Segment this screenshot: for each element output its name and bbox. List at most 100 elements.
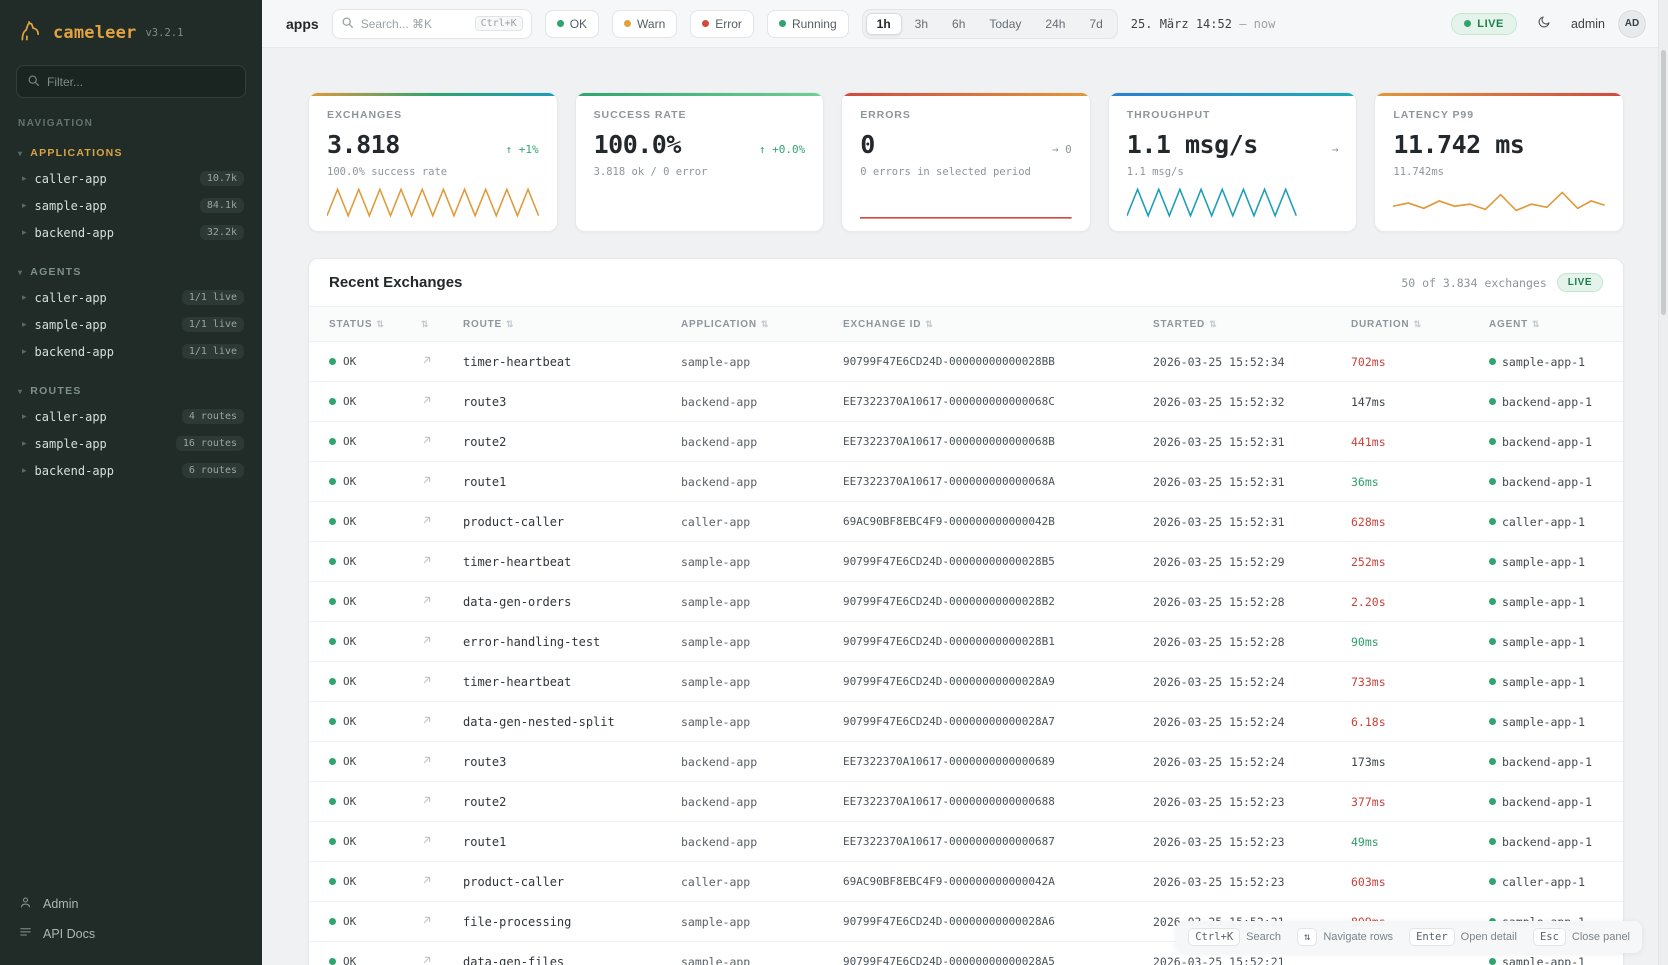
sidebar-item-agent[interactable]: ▸ sample-app 1/1 live [0, 311, 262, 338]
sidebar-item-admin[interactable]: Admin [18, 895, 244, 913]
sidebar-item-api-docs[interactable]: API Docs [18, 925, 244, 943]
open-detail-cell[interactable] [421, 514, 463, 529]
range-today[interactable]: Today [978, 13, 1032, 35]
api-docs-link-label: API Docs [43, 927, 95, 941]
table-row[interactable]: OK error-handling-test sample-app [309, 622, 1623, 662]
sort-icon: ⇅ [376, 319, 384, 330]
range-24h[interactable]: 24h [1034, 13, 1076, 35]
table-row[interactable]: OK timer-heartbeat sample-app [309, 662, 1623, 702]
filter-chip-running[interactable]: Running [767, 10, 849, 38]
range-1h[interactable]: 1h [866, 13, 902, 35]
section-head-agents[interactable]: ▾ AGENTS [0, 260, 262, 284]
agent-cell: sample-app-1 [1489, 955, 1603, 965]
avatar[interactable]: AD [1618, 10, 1646, 38]
range-3h[interactable]: 3h [904, 13, 939, 35]
table-row[interactable]: OK product-caller caller-app [309, 502, 1623, 542]
agent-label: sample-app-1 [1502, 355, 1585, 369]
table-row[interactable]: OK route1 backend-app [309, 822, 1623, 862]
duration-cell: 702ms [1351, 355, 1489, 369]
logo[interactable]: cameleer v3.2.1 [0, 0, 262, 61]
range-7d[interactable]: 7d [1078, 13, 1113, 35]
duration-cell: 441ms [1351, 435, 1489, 449]
open-detail-cell[interactable] [421, 474, 463, 489]
dark-mode-toggle[interactable] [1530, 10, 1558, 38]
open-detail-cell[interactable] [421, 634, 463, 649]
column-header-route[interactable]: ROUTE ⇅ [463, 319, 681, 330]
sidebar-item-label: backend-app [35, 226, 114, 240]
exchange-id-cell: 69AC90BF8EBC4F9-000000000000042A [843, 875, 1153, 888]
sidebar-item-route[interactable]: ▸ caller-app 4 routes [0, 403, 262, 430]
vertical-scrollbar[interactable] [1658, 0, 1668, 965]
column-header-exchange-id[interactable]: EXCHANGE ID ⇅ [843, 319, 1153, 330]
open-detail-cell[interactable] [421, 434, 463, 449]
table-row[interactable]: OK timer-heartbeat sample-app [309, 342, 1623, 382]
table-row[interactable]: OK route3 backend-app [309, 382, 1623, 422]
stat-card-throughput[interactable]: THROUGHPUT 1.1 msg/s → 1.1 msg/s [1108, 92, 1358, 232]
table-row[interactable]: OK product-caller caller-app [309, 862, 1623, 902]
column-header-application[interactable]: APPLICATION ⇅ [681, 319, 843, 330]
route-cell: data-gen-files [463, 955, 681, 965]
open-detail-cell[interactable] [421, 754, 463, 769]
scrollbar-thumb[interactable] [1661, 50, 1666, 315]
live-indicator[interactable]: LIVE [1451, 13, 1517, 35]
sidebar-item-application[interactable]: ▸ caller-app 10.7k [0, 165, 262, 192]
stat-card-errors[interactable]: ERRORS 0 → 0 0 errors in selected period [841, 92, 1091, 232]
stat-trend: ↑ +1% [505, 143, 538, 156]
filter-chip-ok[interactable]: OK [545, 10, 599, 38]
chevron-right-icon: ▸ [22, 292, 27, 303]
table-row[interactable]: OK route1 backend-app [309, 462, 1623, 502]
stat-card-latency[interactable]: LATENCY P99 11.742 ms 11.742ms [1374, 92, 1624, 232]
search-input[interactable] [361, 17, 468, 31]
open-detail-cell[interactable] [421, 714, 463, 729]
sidebar-item-badge: 1/1 live [182, 344, 244, 359]
table-row[interactable]: OK route2 backend-app [309, 782, 1623, 822]
open-detail-cell[interactable] [421, 834, 463, 849]
column-header-agent[interactable]: AGENT ⇅ [1489, 319, 1603, 330]
table-row[interactable]: OK route3 backend-app [309, 742, 1623, 782]
sidebar-item-agent[interactable]: ▸ caller-app 1/1 live [0, 284, 262, 311]
table-row[interactable]: OK data-gen-orders sample-app [309, 582, 1623, 622]
range-6h[interactable]: 6h [941, 13, 976, 35]
open-detail-cell[interactable] [421, 794, 463, 809]
column-header-duration[interactable]: DURATION ⇅ [1351, 319, 1489, 330]
column-header-expand[interactable]: ⇅ [421, 319, 463, 330]
open-detail-cell[interactable] [421, 354, 463, 369]
agent-cell: sample-app-1 [1489, 715, 1603, 729]
agent-label: backend-app-1 [1502, 395, 1592, 409]
table-row[interactable]: OK route2 backend-app [309, 422, 1623, 462]
open-detail-cell[interactable] [421, 954, 463, 965]
open-detail-cell[interactable] [421, 874, 463, 889]
sidebar-filter-input[interactable] [47, 75, 235, 89]
open-detail-cell[interactable] [421, 674, 463, 689]
column-header-status[interactable]: STATUS ⇅ [329, 319, 421, 330]
application-cell: backend-app [681, 435, 843, 449]
table-row[interactable]: OK data-gen-nested-split sample-ap [309, 702, 1623, 742]
hint-key: Enter [1409, 928, 1455, 946]
sidebar-item-application[interactable]: ▸ sample-app 84.1k [0, 192, 262, 219]
arrow-up-right-icon [421, 834, 433, 849]
open-detail-cell[interactable] [421, 914, 463, 929]
sidebar-item-badge: 16 routes [176, 436, 244, 451]
column-header-started[interactable]: STARTED ⇅ [1153, 319, 1351, 330]
route-cell: timer-heartbeat [463, 675, 681, 689]
table-row[interactable]: OK timer-heartbeat sample-app [309, 542, 1623, 582]
stat-card-success-rate[interactable]: SUCCESS RATE 100.0% ↑ +0.0% 3.818 ok / 0… [575, 92, 825, 232]
section-head-routes[interactable]: ▾ ROUTES [0, 379, 262, 403]
sidebar-item-route[interactable]: ▸ sample-app 16 routes [0, 430, 262, 457]
filter-chip-warn[interactable]: Warn [612, 10, 677, 38]
sidebar-item-agent[interactable]: ▸ backend-app 1/1 live [0, 338, 262, 365]
section-head-applications[interactable]: ▾ APPLICATIONS [0, 141, 262, 165]
nav-section-agents: ▾ AGENTS ▸ caller-app 1/1 live ▸ sample-… [0, 260, 262, 365]
table-live-label: LIVE [1568, 277, 1592, 288]
sidebar-item-application[interactable]: ▸ backend-app 32.2k [0, 219, 262, 246]
status-dot [329, 438, 336, 445]
arrow-up-right-icon [421, 434, 433, 449]
sidebar-item-route[interactable]: ▸ backend-app 6 routes [0, 457, 262, 484]
started-cell: 2026-03-25 15:52:28 [1153, 595, 1351, 609]
keyboard-hint: Enter Open detail [1409, 928, 1517, 946]
stat-card-exchanges[interactable]: EXCHANGES 3.818 ↑ +1% 100.0% success rat… [308, 92, 558, 232]
open-detail-cell[interactable] [421, 394, 463, 409]
filter-chip-error[interactable]: Error [690, 10, 754, 38]
open-detail-cell[interactable] [421, 554, 463, 569]
open-detail-cell[interactable] [421, 594, 463, 609]
